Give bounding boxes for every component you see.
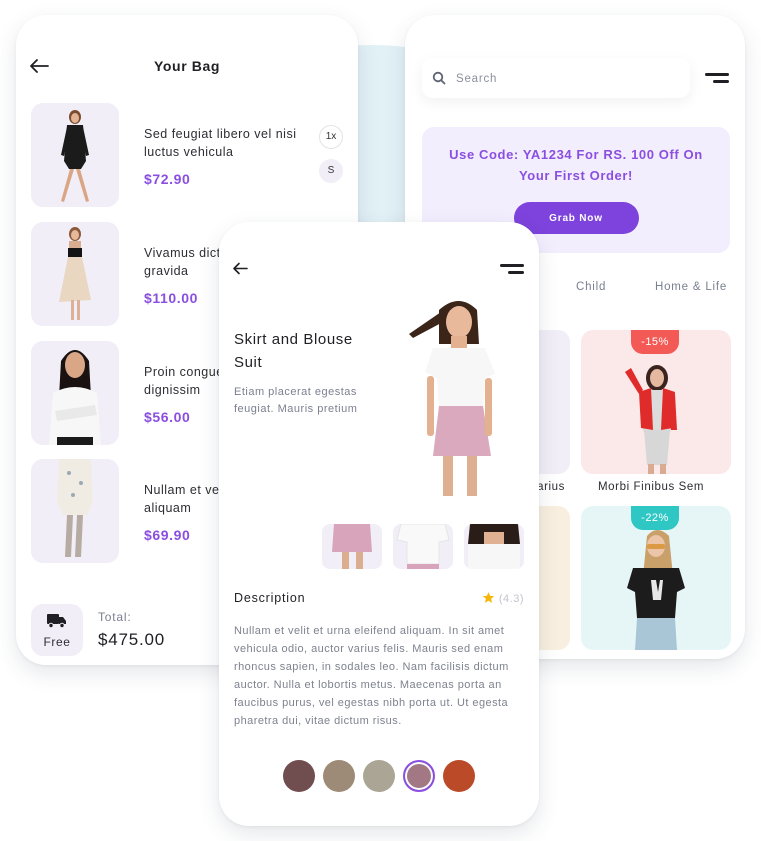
description-heading: Description (234, 591, 306, 605)
discount-badge: -15% (631, 330, 679, 354)
item-price: $56.00 (144, 409, 191, 425)
color-swatch[interactable] (443, 760, 475, 792)
color-swatch[interactable] (323, 760, 355, 792)
product-thumbnail[interactable] (322, 524, 382, 569)
bag-header: Your Bag (16, 57, 358, 77)
total-label: Total: (98, 610, 132, 624)
tab-home-life[interactable]: Home & Life (655, 281, 727, 293)
quantity-chip[interactable]: 1x (319, 125, 343, 149)
promo-text: Use Code: YA1234 For RS. 100 Off On Your… (449, 147, 703, 183)
item-price: $72.90 (144, 171, 191, 187)
back-arrow-icon[interactable] (232, 262, 248, 275)
product-title: Skirt and Blouse Suit (234, 331, 353, 371)
tab-child[interactable]: Child (576, 281, 606, 293)
color-swatch[interactable] (403, 760, 435, 792)
product-thumbnail[interactable] (393, 524, 453, 569)
page-title: Your Bag (154, 58, 220, 74)
star-icon (482, 592, 495, 603)
size-chip[interactable]: S (319, 159, 343, 183)
product-detail-screen: Skirt and Blouse Suit Etiam placerat ege… (219, 222, 539, 826)
item-price: $69.90 (144, 527, 191, 543)
description-text: Nullam et velit et urna eleifend aliquam… (234, 625, 509, 727)
product-hero-image (409, 301, 495, 496)
search-bar[interactable] (422, 58, 690, 100)
rating-value: (4.3) (498, 593, 524, 605)
color-swatch[interactable] (363, 760, 395, 792)
product-subtitle: Etiam placerat egestas feugiat. Mauris p… (234, 386, 358, 415)
total-value: $475.00 (98, 630, 166, 649)
product-card[interactable]: -15% (581, 330, 731, 474)
item-price: $110.00 (144, 290, 199, 306)
color-swatches (219, 760, 539, 792)
search-icon (432, 71, 446, 85)
grab-now-button[interactable]: Grab Now (513, 202, 639, 234)
rating: (4.3) (482, 591, 524, 605)
item-image (31, 103, 119, 207)
bag-item[interactable]: Sed feugiat libero vel nisi luctus vehic… (31, 103, 351, 207)
menu-icon[interactable] (705, 73, 729, 83)
product-card[interactable]: -22% (581, 506, 731, 650)
truck-icon (47, 614, 66, 629)
item-image (31, 341, 119, 445)
discount-badge: -22% (631, 506, 679, 530)
product-name: Morbi Finibus Sem (598, 481, 705, 493)
item-image (31, 459, 119, 563)
item-name: Sed feugiat libero vel nisi luctus vehic… (144, 127, 297, 159)
product-thumbnail[interactable] (464, 524, 524, 569)
item-image (31, 222, 119, 326)
free-shipping-badge: Free (31, 604, 83, 656)
menu-icon[interactable] (500, 264, 524, 274)
search-input[interactable] (454, 58, 678, 100)
color-swatch[interactable] (283, 760, 315, 792)
free-label: Free (43, 635, 71, 649)
